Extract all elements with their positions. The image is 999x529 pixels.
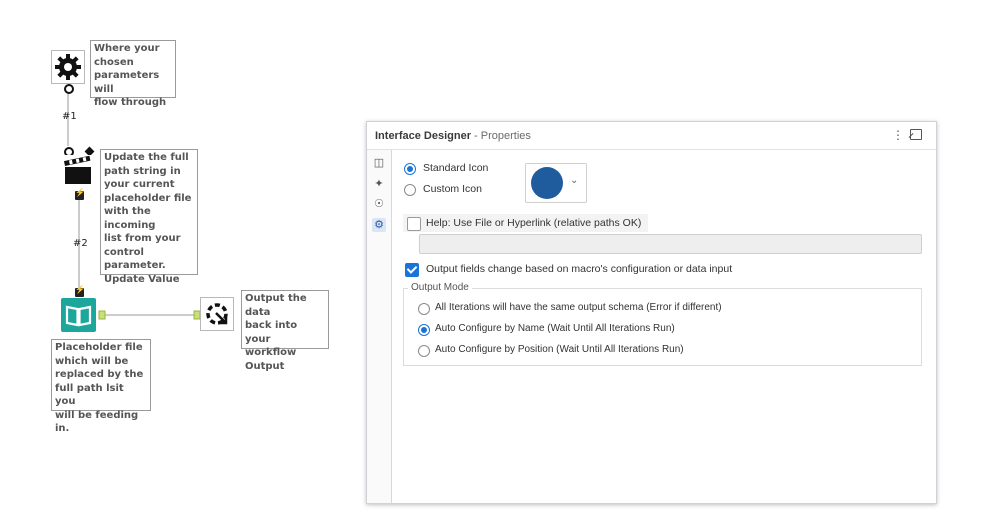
lightning-anchor-icon[interactable] [75,285,85,297]
tree-icon[interactable]: ☉ [372,197,386,211]
help-checkbox[interactable] [407,217,421,231]
output-mode-group: Output Mode All Iterations will have the… [403,282,922,366]
output-mode-option[interactable] [418,324,430,336]
output-mode-option[interactable] [418,303,430,315]
panel-title: Interface Designer - Properties [375,130,531,142]
custom-icon-label: Custom Icon [423,183,482,195]
macro-output-tool[interactable] [200,297,234,331]
output-mode-option[interactable] [418,345,430,357]
output-fields-label: Output fields change based on macro's co… [426,263,733,275]
output-mode-option-label: Auto Configure by Position (Wait Until A… [435,344,684,355]
connection-label-1: #1 [62,111,77,122]
undock-icon[interactable] [908,129,922,140]
output-mode-option-label: Auto Configure by Name (Wait Until All I… [435,323,675,334]
output-anchor[interactable] [64,84,74,94]
magic-wand-icon[interactable]: ✦ [372,177,386,191]
connection-label-2: #2 [73,238,88,249]
annotation-output: Output the data back into your workflow … [241,290,329,372]
chevron-down-icon: ⌄ [570,175,579,186]
macro-output-icon [206,303,228,325]
icon-picker-dropdown[interactable]: ⌄ [525,163,587,203]
clapperboard-icon [63,155,91,184]
annotation-params: Where your chosen parameters will flow t… [90,40,176,108]
properties-content: Standard Icon Custom Icon ⌄ Help: Use Fi… [392,150,936,503]
book-icon [65,305,92,327]
layout-icon[interactable]: ◫ [372,156,386,170]
output-mode-legend: Output Mode [408,282,472,293]
panel-header: Interface Designer - Properties ⋮ [367,122,936,150]
annotation-update: Update the full path string in your curr… [100,149,198,285]
panel-title-sub: - Properties [470,130,531,142]
icon-swatch [531,167,563,199]
lightning-anchor-icon[interactable] [75,188,85,200]
action-tool[interactable] [62,155,94,187]
interface-designer-panel: Interface Designer - Properties ⋮ ◫ ✦ ☉ … [366,121,937,504]
gear-icon[interactable]: ⚙ [372,218,386,232]
standard-icon-radio[interactable] [404,163,416,175]
input-tool[interactable] [61,298,96,332]
vertical-ellipsis-icon[interactable]: ⋮ [892,128,904,142]
annotation-placeholder: Placeholder file which will be replaced … [51,339,151,434]
custom-icon-radio[interactable] [404,184,416,196]
side-rail: ◫ ✦ ☉ ⚙ [367,150,392,503]
panel-title-main: Interface Designer [375,130,471,142]
output-mode-option-label: All Iterations will have the same output… [435,302,722,313]
control-parameter-tool[interactable] [51,50,85,84]
help-path-field[interactable] [419,234,922,254]
standard-icon-label: Standard Icon [423,162,489,174]
output-fields-checkbox[interactable] [405,263,419,277]
help-label: Help: Use File or Hyperlink (relative pa… [426,217,642,229]
gear-icon [55,54,81,80]
